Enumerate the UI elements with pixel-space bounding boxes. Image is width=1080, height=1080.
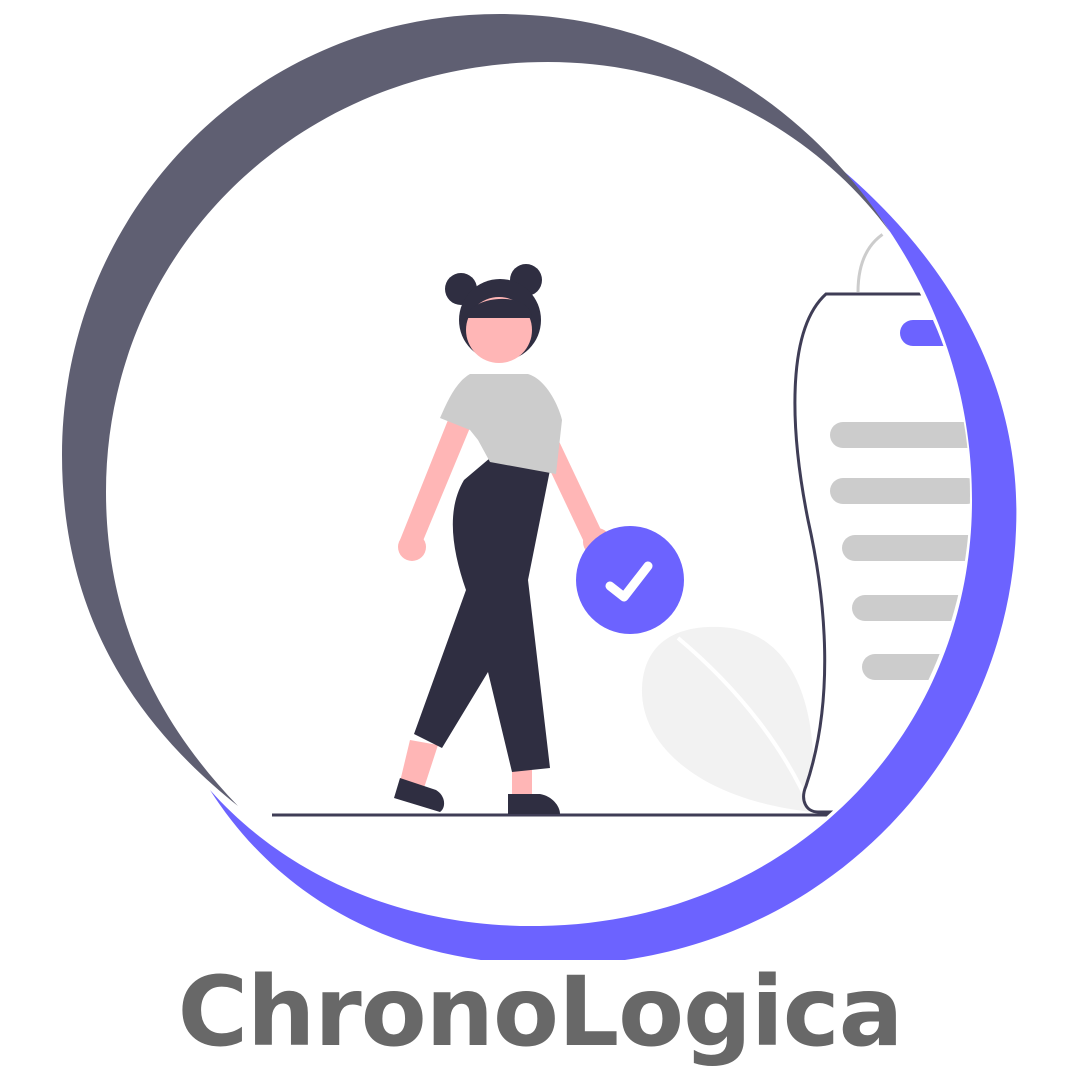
- leaf-illustration: [641, 626, 814, 813]
- check-circle-icon: [576, 526, 684, 634]
- woman-walking-illustration: [394, 264, 611, 814]
- scene: [272, 228, 970, 817]
- logo-canvas: ChronoLogica: [0, 0, 1080, 1080]
- logo-illustration: [62, 14, 1017, 960]
- brand-name: ChronoLogica: [177, 956, 904, 1068]
